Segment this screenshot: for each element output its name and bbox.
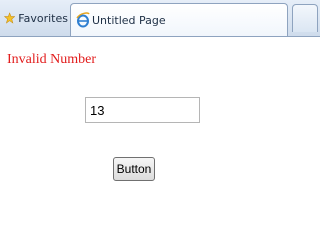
number-input[interactable] xyxy=(85,97,200,123)
star-icon xyxy=(4,12,16,24)
tab-title: Untitled Page xyxy=(92,13,166,27)
page-content: Invalid Number Button xyxy=(0,37,320,250)
browser-tab-bar: Favorites Untitled Page xyxy=(0,0,320,37)
new-tab-button[interactable] xyxy=(292,4,318,32)
tab-untitled-page[interactable]: Untitled Page xyxy=(70,3,288,36)
error-message: Invalid Number xyxy=(7,52,97,67)
favorites-label: Favorites xyxy=(18,11,68,25)
ie-page-icon xyxy=(76,12,90,28)
favorites-button[interactable]: Favorites xyxy=(0,3,68,33)
submit-button[interactable]: Button xyxy=(113,157,155,181)
